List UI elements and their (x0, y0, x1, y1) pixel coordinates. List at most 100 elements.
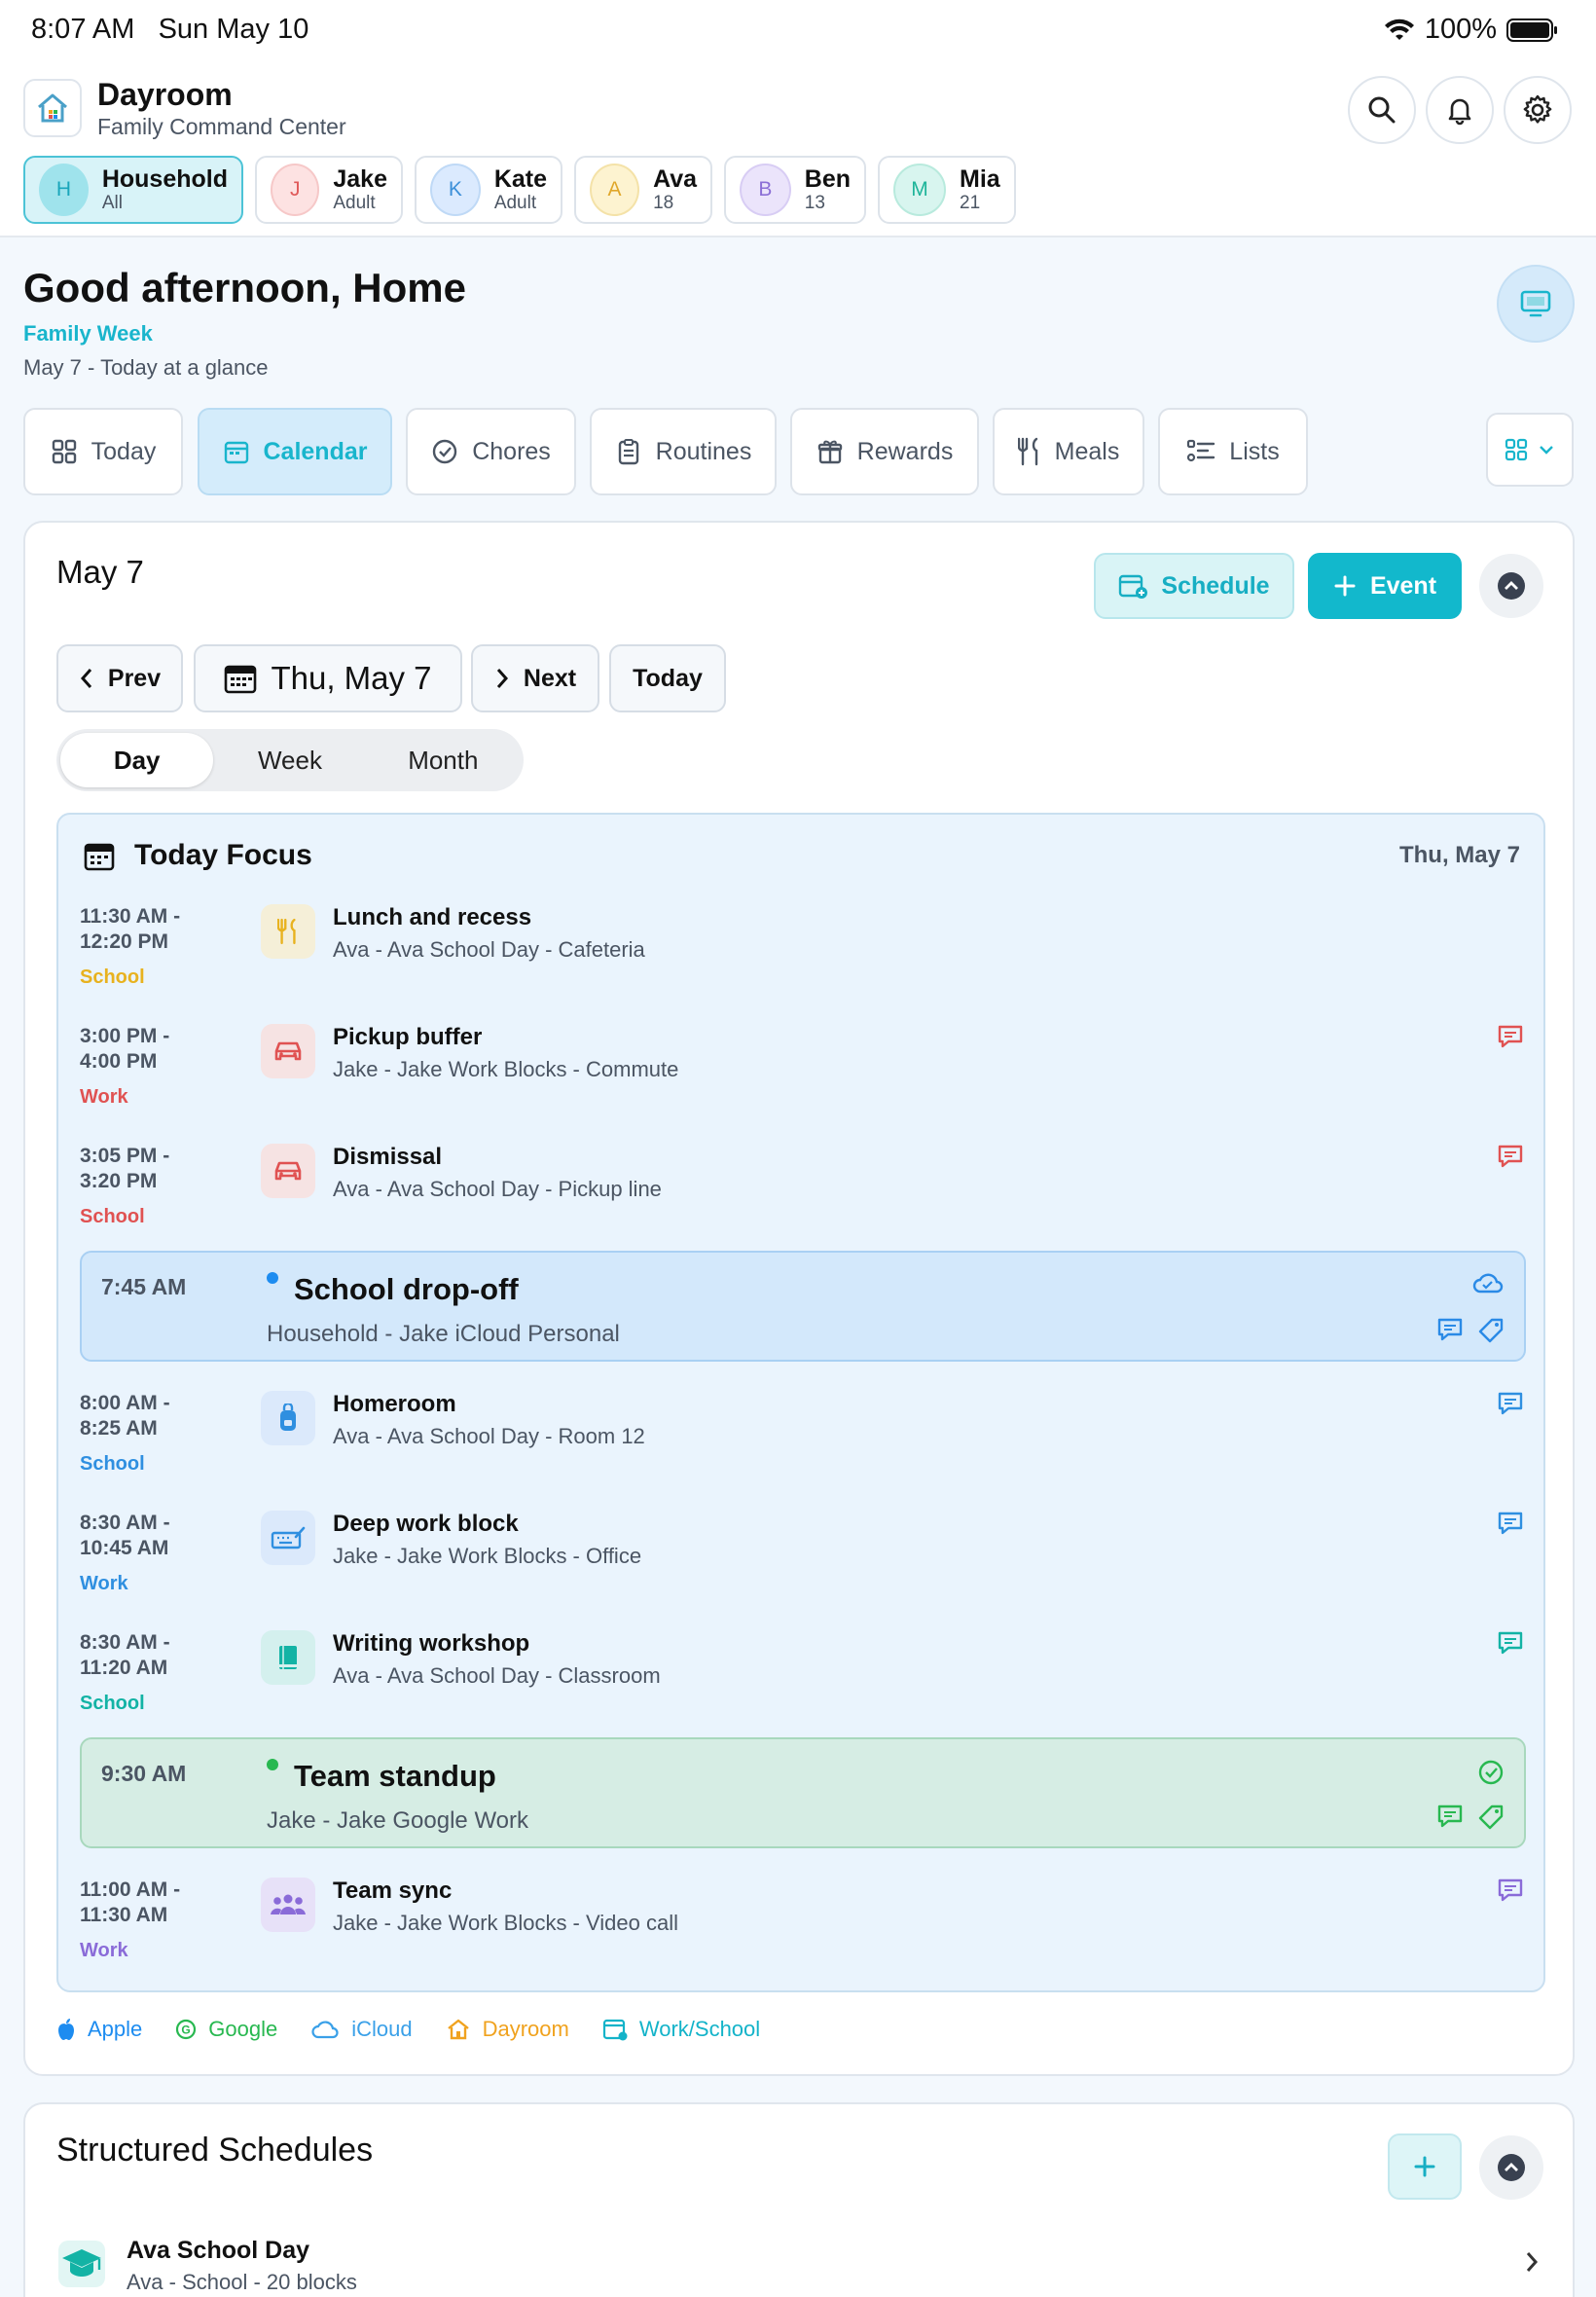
event-card-icloud[interactable]: 7:45 AM School drop-off Household - Jake… (80, 1251, 1526, 1362)
member-chip-kate[interactable]: K Kate Adult (415, 156, 562, 224)
graduation-cap-icon (54, 2237, 109, 2291)
tab-routines[interactable]: Routines (590, 408, 777, 495)
tag-icon[interactable] (1477, 1317, 1505, 1344)
event-category: School (80, 1453, 145, 1475)
today-button[interactable]: Today (609, 644, 726, 712)
event-title: Lunch and recess (333, 904, 532, 930)
comment-icon[interactable] (1497, 1630, 1524, 1656)
member-chip-mia[interactable]: M Mia 21 (878, 156, 1016, 224)
add-event-button[interactable]: Event (1308, 553, 1462, 619)
tab-label: Rewards (856, 437, 954, 465)
member-name: Mia (960, 165, 1000, 193)
app-logo[interactable] (23, 79, 82, 137)
collapse-button[interactable] (1479, 554, 1543, 618)
comment-icon[interactable] (1436, 1317, 1464, 1342)
status-bar: 8:07 AM Sun May 10 100% (0, 0, 1596, 62)
prev-day-button[interactable]: Prev (56, 644, 183, 712)
schedule-button[interactable]: Schedule (1094, 553, 1294, 619)
member-chip-jake[interactable]: J Jake Adult (255, 156, 403, 224)
event-time: 7:45 AM (101, 1274, 187, 1299)
calendar-title: May 7 (56, 554, 144, 590)
tab-label: Meals (1054, 437, 1120, 465)
avatar: M (893, 164, 946, 216)
tab-meals[interactable]: Meals (993, 408, 1144, 495)
member-chip-ava[interactable]: A Ava 18 (574, 156, 712, 224)
tab-today[interactable]: Today (23, 408, 183, 495)
chevron-down-icon (1540, 446, 1553, 455)
view-day[interactable]: Day (60, 733, 214, 787)
member-role: 21 (960, 193, 981, 213)
event-row[interactable]: 11:30 AM -12:20 PM School Lunch and rece… (58, 904, 1547, 1021)
tab-label: Today (91, 437, 157, 465)
greeting-title: Good afternoon, Home (23, 265, 466, 310)
avatar: B (740, 164, 791, 216)
event-row[interactable]: 3:05 PM -3:20 PM School Dismissal Ava - … (58, 1144, 1547, 1260)
date-picker-button[interactable]: Thu, May 7 (194, 644, 462, 712)
comment-icon[interactable] (1497, 1878, 1524, 1903)
comment-icon[interactable] (1497, 1024, 1524, 1049)
view-month[interactable]: Month (367, 733, 520, 787)
tab-chores[interactable]: Chores (406, 408, 576, 495)
settings-button[interactable] (1504, 76, 1572, 144)
view-segmented-control: Day Week Month (56, 729, 524, 791)
event-category: Work (80, 1086, 128, 1108)
event-time: 8:30 AM -10:45 AM (80, 1512, 170, 1559)
search-button[interactable] (1348, 76, 1416, 144)
comment-icon[interactable] (1497, 1144, 1524, 1169)
fork-knife-icon (1017, 437, 1037, 466)
event-subtitle: Jake - Jake Work Blocks - Commute (333, 1057, 679, 1081)
display-mode-button[interactable] (1497, 265, 1575, 343)
event-row[interactable]: 8:30 AM -10:45 AM Work Deep work block J… (58, 1511, 1547, 1627)
calendar-icon (225, 665, 257, 694)
event-row[interactable]: 3:00 PM -4:00 PM Work Pickup buffer Jake… (58, 1024, 1547, 1141)
car-icon (261, 1144, 315, 1198)
tab-label: Chores (472, 437, 551, 465)
comment-icon[interactable] (1497, 1511, 1524, 1536)
app-title: Dayroom (97, 77, 233, 112)
event-row[interactable]: 8:00 AM -8:25 AM School Homeroom Ava - A… (58, 1391, 1547, 1508)
status-right: 100% (1384, 14, 1559, 46)
comment-icon[interactable] (1497, 1391, 1524, 1416)
backpack-icon (261, 1391, 315, 1445)
tab-label: Lists (1229, 437, 1280, 465)
today-focus-panel: Today Focus Thu, May 7 11:30 AM -12:20 P… (56, 813, 1545, 1992)
view-week[interactable]: Week (213, 733, 366, 787)
schedule-name[interactable]: Ava School Day (127, 2237, 309, 2265)
member-chip-household[interactable]: H Household All (23, 156, 243, 224)
layout-menu-button[interactable] (1486, 413, 1574, 487)
comment-icon[interactable] (1436, 1804, 1464, 1829)
event-row[interactable]: 11:00 AM -11:30 AM Work Team sync Jake -… (58, 1878, 1547, 1994)
event-card-google[interactable]: 9:30 AM Team standup Jake - Jake Google … (80, 1737, 1526, 1848)
add-schedule-button[interactable] (1388, 2133, 1462, 2200)
app-header: Dayroom Family Command Center H Househol… (0, 62, 1596, 237)
event-time: 11:30 AM -12:20 PM (80, 905, 181, 953)
legend-item-icloud: iCloud (310, 2017, 413, 2042)
tab-label: Routines (655, 437, 752, 465)
avatar: J (271, 164, 320, 216)
tag-icon[interactable] (1477, 1804, 1505, 1831)
event-title: Writing workshop (333, 1630, 530, 1657)
calendar-icon (224, 441, 248, 464)
member-role: All (101, 193, 123, 213)
legend-item-work-school: Work/School (602, 2017, 760, 2042)
plus-icon (1334, 575, 1356, 597)
week-label[interactable]: Family Week (23, 321, 153, 346)
schedule-label: Schedule (1161, 571, 1270, 600)
wifi-icon (1384, 18, 1414, 40)
member-chip-ben[interactable]: B Ben 13 (724, 156, 866, 224)
event-subtitle: Jake - Jake Work Blocks - Office (333, 1544, 642, 1568)
collapse-button[interactable] (1479, 2135, 1543, 2200)
focus-date: Thu, May 7 (1398, 842, 1520, 868)
chevron-right-icon[interactable] (1524, 2250, 1540, 2274)
tab-calendar[interactable]: Calendar (198, 408, 392, 495)
plus-icon (1414, 2156, 1435, 2177)
member-name: Household (101, 165, 228, 193)
tab-rewards[interactable]: Rewards (790, 408, 979, 495)
event-row[interactable]: 8:30 AM -11:20 AM School Writing worksho… (58, 1630, 1547, 1747)
event-title: School drop-off (294, 1272, 519, 1306)
notifications-button[interactable] (1426, 76, 1494, 144)
event-time: 8:30 AM -11:20 AM (80, 1631, 170, 1679)
event-title: Team sync (333, 1878, 453, 1904)
tab-lists[interactable]: Lists (1158, 408, 1308, 495)
next-day-button[interactable]: Next (471, 644, 599, 712)
